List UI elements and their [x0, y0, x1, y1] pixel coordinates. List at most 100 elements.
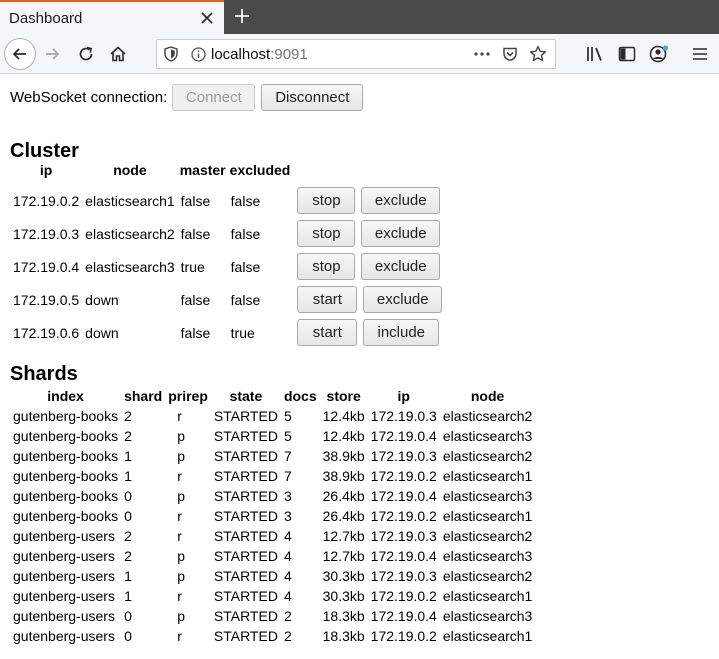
url-bar[interactable]: localhost:9091 [156, 39, 556, 69]
navigation-toolbar: localhost:9091 [0, 34, 719, 74]
account-icon[interactable] [647, 42, 671, 66]
column-header-actions [292, 162, 447, 184]
cell-ip: 172.19.0.4 [370, 608, 437, 624]
cell-node: elasticsearch3 [442, 428, 533, 444]
table-row: gutenberg-books 2 p STARTED 5 12.4kb 172.19.0.… [10, 426, 535, 446]
column-header-state: state [229, 388, 263, 404]
hamburger-icon[interactable] [688, 42, 712, 66]
tab-strip: Dashboard [0, 0, 719, 34]
cell-excluded: true [230, 324, 255, 341]
cell-store: 18.3kb [322, 608, 365, 624]
include-button[interactable]: include [363, 319, 440, 346]
cell-shard: 1 [124, 588, 132, 604]
cell-node: down [85, 324, 119, 341]
cell-actions: start exclude [292, 283, 447, 316]
cell-actions: stop exclude [292, 250, 447, 283]
exclude-button[interactable]: exclude [361, 187, 441, 214]
url-port: :9091 [270, 45, 308, 63]
cell-state: STARTED [213, 428, 278, 444]
cell-index: gutenberg-books [13, 488, 119, 504]
cell-node: elasticsearch3 [442, 488, 533, 504]
start-button[interactable]: start [297, 286, 358, 313]
cell-ip: 172.19.0.5 [13, 291, 80, 308]
cell-prirep: r [177, 628, 182, 644]
connect-button[interactable]: Connect [172, 84, 256, 111]
cell-ip: 172.19.0.3 [370, 528, 437, 544]
reload-icon[interactable] [74, 42, 98, 66]
cell-node: elasticsearch2 [442, 408, 533, 424]
cell-prirep: r [177, 468, 182, 484]
cell-prirep: p [177, 488, 185, 504]
cell-node: elasticsearch1 [85, 192, 175, 209]
cell-prirep: p [177, 448, 185, 464]
table-row: gutenberg-books 0 p STARTED 3 26.4kb 172.19.0.… [10, 486, 535, 506]
cell-index: gutenberg-books [13, 468, 119, 484]
cell-shard: 2 [124, 528, 132, 544]
cell-node: elasticsearch2 [85, 225, 175, 242]
exclude-button[interactable]: exclude [363, 286, 443, 313]
table-row: 172.19.0.2 elasticsearch1 false false st… [10, 184, 447, 217]
cell-store: 30.3kb [322, 588, 365, 604]
exclude-button[interactable]: exclude [361, 220, 441, 247]
cell-master: false [180, 192, 211, 209]
table-row: gutenberg-books 1 r STARTED 7 38.9kb 172.19.0.… [10, 466, 535, 486]
cell-index: gutenberg-books [13, 408, 119, 424]
home-icon[interactable] [106, 42, 130, 66]
cell-actions: stop exclude [292, 184, 447, 217]
disconnect-button[interactable]: Disconnect [261, 84, 364, 111]
star-icon[interactable] [527, 43, 549, 65]
cell-ip: 172.19.0.3 [370, 568, 437, 584]
url-host: localhost [211, 45, 271, 63]
cell-state: STARTED [213, 608, 278, 624]
cell-ip: 172.19.0.3 [370, 408, 437, 424]
column-header-index: index [47, 388, 84, 404]
stop-button[interactable]: stop [297, 187, 356, 214]
stop-button[interactable]: stop [297, 220, 356, 247]
cell-ip: 172.19.0.3 [13, 225, 80, 242]
cell-store: 12.7kb [322, 528, 365, 544]
pocket-icon[interactable] [499, 43, 521, 65]
column-header-ip: ip [397, 388, 410, 404]
cell-ip: 172.19.0.2 [13, 192, 80, 209]
cell-state: STARTED [213, 628, 278, 644]
info-icon[interactable] [185, 40, 211, 68]
library-icon[interactable] [583, 42, 607, 66]
cell-docs: 4 [283, 528, 292, 544]
cell-store: 12.4kb [322, 428, 365, 444]
start-button[interactable]: start [297, 319, 358, 346]
cell-index: gutenberg-books [13, 448, 119, 464]
more-icon[interactable] [471, 43, 493, 65]
cell-store: 38.9kb [322, 448, 365, 464]
arrow-left-icon[interactable] [4, 38, 36, 70]
url-text[interactable]: localhost:9091 [211, 46, 471, 63]
cell-node: elasticsearch1 [442, 508, 533, 524]
stop-button[interactable]: stop [297, 253, 356, 280]
cell-ip: 172.19.0.6 [13, 324, 80, 341]
shards-header-row: index shard prirep state docs store ip n… [10, 386, 535, 406]
sidebar-icon[interactable] [615, 42, 639, 66]
cell-store: 38.9kb [322, 468, 365, 484]
cell-index: gutenberg-users [13, 628, 115, 644]
table-row: gutenberg-users 2 p STARTED 4 12.7kb 172.19.0.… [10, 546, 535, 566]
exclude-button[interactable]: exclude [361, 253, 441, 280]
plus-icon[interactable] [230, 4, 254, 28]
cell-prirep: p [177, 548, 185, 564]
cell-ip: 172.19.0.2 [370, 588, 437, 604]
cell-docs: 5 [283, 408, 292, 424]
cell-shard: 0 [124, 488, 132, 504]
tab-dashboard[interactable]: Dashboard [0, 0, 224, 34]
cluster-heading: Cluster [10, 140, 79, 162]
cell-docs: 3 [283, 508, 292, 524]
cell-shard: 1 [124, 468, 132, 484]
table-row: gutenberg-users 0 p STARTED 2 18.3kb 172.19.0.… [10, 606, 535, 626]
shield-icon[interactable] [157, 40, 185, 68]
cell-index: gutenberg-users [13, 588, 115, 604]
cell-docs: 2 [283, 608, 292, 624]
shards-table: index shard prirep state docs store ip n… [10, 386, 535, 646]
arrow-right-icon[interactable] [40, 42, 64, 66]
cell-actions: start include [292, 316, 447, 349]
websocket-label: WebSocket connection: [10, 89, 168, 106]
close-icon[interactable] [196, 7, 218, 29]
cell-store: 30.3kb [322, 568, 365, 584]
cell-docs: 4 [283, 588, 292, 604]
